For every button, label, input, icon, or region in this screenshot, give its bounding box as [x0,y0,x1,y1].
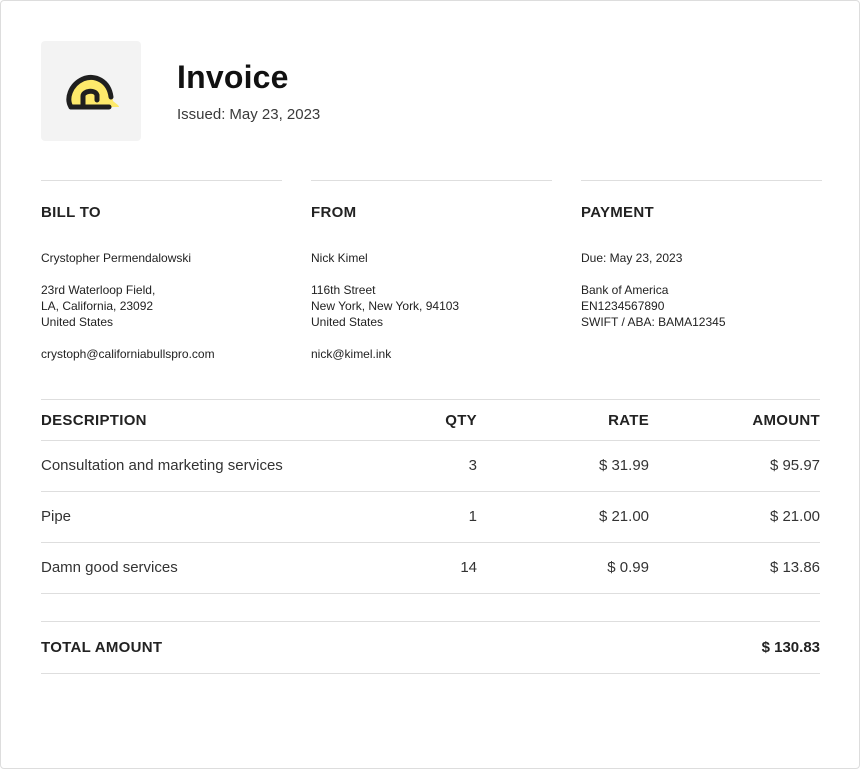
payment-swift: SWIFT / ABA: BAMA12345 [581,315,726,329]
bill-to-address-line1: 23rd Waterloop Field, [41,283,156,297]
table-header-row: DESCRIPTION QTY RATE AMOUNT [41,400,820,441]
from-section: FROM Nick Kimel 116th Street New York, N… [311,180,552,361]
row-amount: $ 13.86 [769,559,820,576]
issued-label: Issued: [177,106,226,123]
total-label: TOTAL AMOUNT [41,639,163,656]
bun-logo-icon [66,74,119,110]
row-description: Pipe [41,508,72,525]
row-rate: $ 0.99 [607,559,649,576]
issued-date-value: May 23, 2023 [229,106,321,123]
issued-date: Issued: May 23, 2023 [177,106,320,123]
table-row: Pipe 1 $ 21.00 $ 21.00 [41,492,820,543]
bill-to-address-line2: LA, California, 23092 [41,299,154,313]
bill-to-name: Crystopher Permendalowski [41,251,192,265]
row-description: Consultation and marketing services [41,457,283,474]
bill-to-country: United States [41,315,114,329]
bill-to-section: BILL TO Crystopher Permendalowski 23rd W… [41,180,282,361]
row-description: Damn good services [41,559,178,576]
payment-bank: Bank of America [581,283,669,297]
from-address-line2: New York, New York, 94103 [311,299,460,313]
payment-account: EN1234567890 [581,299,665,313]
table-row: Damn good services 14 $ 0.99 $ 13.86 [41,543,820,594]
bill-to-email[interactable]: crystoph@californiabullspro.com [41,346,215,362]
table-row: Consultation and marketing services 3 $ … [41,441,820,492]
total-row: TOTAL AMOUNT $ 130.83 [41,621,820,674]
row-amount: $ 21.00 [769,508,820,525]
bill-to-details: Crystopher Permendalowski 23rd Waterloop… [41,250,215,362]
invoice-card: Invoice Issued: May 23, 2023 BILL TO Crys… [0,0,860,769]
payment-details: Due: May 23, 2023 Bank of America EN1234… [581,250,726,330]
column-header-amount: AMOUNT [752,412,820,429]
from-details: Nick Kimel 116th Street New York, New Yo… [311,250,459,362]
row-rate: $ 31.99 [598,457,649,474]
line-items-table: DESCRIPTION QTY RATE AMOUNT Consultation… [41,399,820,594]
row-amount: $ 95.97 [769,457,820,474]
from-email[interactable]: nick@kimel.ink [311,346,459,362]
logo [41,41,141,141]
row-qty: 14 [460,559,477,576]
payment-heading: PAYMENT [581,204,654,221]
payment-section: PAYMENT Due: May 23, 2023 Bank of Americ… [581,180,822,329]
from-country: United States [311,315,384,329]
payment-due: Due: May 23, 2023 [581,251,683,265]
row-qty: 1 [468,508,477,525]
row-qty: 3 [468,457,477,474]
total-value: $ 130.83 [761,639,820,656]
column-header-rate: RATE [608,412,649,429]
page-title: Invoice [177,59,289,95]
from-heading: FROM [311,204,357,221]
from-name: Nick Kimel [311,251,368,265]
column-header-qty: QTY [445,412,477,429]
row-rate: $ 21.00 [598,508,649,525]
from-address-line1: 116th Street [311,283,376,297]
column-header-description: DESCRIPTION [41,412,147,429]
bill-to-heading: BILL TO [41,204,101,221]
